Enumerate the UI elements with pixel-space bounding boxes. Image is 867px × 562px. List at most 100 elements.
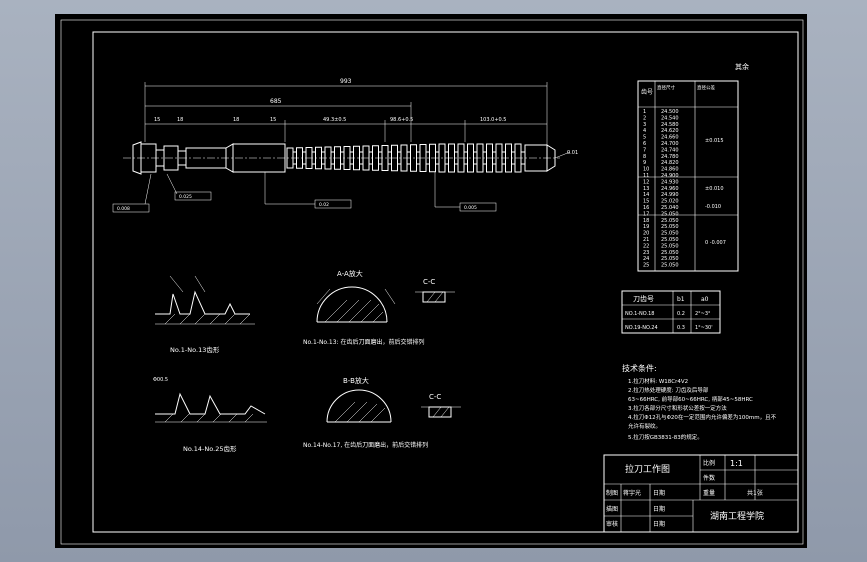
- svg-text:-0.010: -0.010: [705, 204, 721, 210]
- svg-text:993: 993: [340, 78, 352, 85]
- broach-drawing: 其余 993 685 15 18 18 15 49.3±0.5 98.6+0.5…: [60, 19, 804, 545]
- tooth-number: 24: [643, 256, 649, 262]
- svg-text:a0: a0: [701, 296, 709, 303]
- section-a-a: A-A放大 No.1-No.13: 在齿后刀面磨出，前后交错排列: [303, 269, 424, 346]
- svg-text:NO.1-NO.18: NO.1-NO.18: [625, 311, 654, 317]
- tooth-diameter: 25.050: [661, 224, 679, 230]
- tooth-number: 12: [643, 179, 649, 185]
- svg-text:B-B放大: B-B放大: [343, 376, 369, 385]
- tooth-diameter: 24.620: [661, 128, 679, 134]
- tolerance-frames: 0.025 0.008 0.02 0.005 0.01: [112, 150, 578, 213]
- svg-text:No.1-No.13: 在齿后刀面磨出，前后交错排列: No.1-No.13: 在齿后刀面磨出，前后交错排列: [303, 338, 424, 346]
- tooth-diameter: 25.050: [661, 263, 679, 269]
- tooth-number: 11: [643, 173, 649, 179]
- tooth-diameter: 24.740: [661, 147, 679, 153]
- svg-text:15: 15: [270, 117, 276, 123]
- tooth-diameter: 24.820: [661, 160, 679, 166]
- angle-table: 刀齿号 b1 a0 NO.1-NO.18 0.2 2°~3° NO.19-NO.…: [621, 290, 721, 334]
- svg-text:描图: 描图: [606, 505, 618, 513]
- svg-text:刀齿号: 刀齿号: [633, 295, 654, 303]
- top-dimensions: 993 685 15 18 18 15 49.3±0.5 98.6+0.5 10…: [144, 78, 548, 145]
- tooth-number: 15: [643, 199, 649, 205]
- tooth-number: 1: [643, 109, 646, 115]
- svg-text:4.拉刀Φ12孔与Φ20在一定范围内允许偏差为100mm，且: 4.拉刀Φ12孔与Φ20在一定范围内允许偏差为100mm，且不: [628, 413, 777, 421]
- tooth-diameter: 24.780: [661, 154, 679, 160]
- svg-text:1.拉刀材料: W18Cr4V2: 1.拉刀材料: W18Cr4V2: [628, 377, 688, 385]
- roughness-note: 其余: [735, 62, 749, 71]
- tooth-number: 21: [643, 237, 649, 243]
- title-block: 拉刀工作图 比例 1:1 件数 重量 共1张 制图 蒋宇光 日期 描图 日期 审…: [603, 454, 799, 533]
- svg-text:技术条件:: 技术条件:: [622, 363, 657, 373]
- technical-requirements: 技术条件: 1.拉刀材料: W18Cr4V2 2.拉刀热处理硬度: 刀齿及后导部…: [622, 363, 777, 441]
- tooth-diameter: 24.700: [661, 141, 679, 147]
- tooth-diameter: 25.040: [661, 205, 679, 211]
- svg-text:NO.19-NO.24: NO.19-NO.24: [625, 325, 658, 331]
- tooth-number: 18: [643, 218, 649, 224]
- svg-text:件数: 件数: [703, 474, 715, 482]
- tooth-number: 17: [643, 211, 649, 217]
- tooth-number: 19: [643, 224, 649, 230]
- svg-text:49.3±0.5: 49.3±0.5: [323, 117, 346, 123]
- svg-text:共1张: 共1张: [747, 489, 763, 497]
- tooth-diameter: 25.050: [661, 256, 679, 262]
- tooth-number: 5: [643, 135, 646, 141]
- svg-text:直径公差: 直径公差: [697, 84, 715, 91]
- tooth-diameter: 24.930: [661, 179, 679, 185]
- tooth-number: 16: [643, 205, 649, 211]
- svg-text:0.005: 0.005: [464, 205, 477, 211]
- tooth-diameter: 25.050: [661, 250, 679, 256]
- svg-text:0.3: 0.3: [677, 325, 685, 331]
- tooth-diameter: 25.050: [661, 237, 679, 243]
- broach-main-view: [123, 141, 560, 175]
- svg-text:蒋宇光: 蒋宇光: [623, 489, 641, 497]
- tooth-number: 23: [643, 250, 649, 256]
- svg-text:±0.010: ±0.010: [705, 186, 724, 192]
- svg-text:b1: b1: [677, 296, 685, 303]
- tooth-diameter: 24.580: [661, 122, 679, 128]
- tooth-number: 3: [643, 122, 646, 128]
- svg-text:拉刀工作图: 拉刀工作图: [625, 463, 670, 475]
- tooth-number: 2: [643, 115, 646, 121]
- tooth-diameter: 25.050: [661, 211, 679, 217]
- tooth-diameter: 24.660: [661, 135, 679, 141]
- svg-text:A-A放大: A-A放大: [337, 269, 363, 278]
- svg-text:0.01: 0.01: [567, 150, 578, 156]
- tooth-diameter: 24.960: [661, 186, 679, 192]
- tooth-number: 20: [643, 231, 649, 237]
- svg-text:0.025: 0.025: [179, 194, 192, 200]
- svg-text:No.14-No.25齿形: No.14-No.25齿形: [183, 445, 237, 453]
- svg-text:Φ00.5: Φ00.5: [153, 377, 168, 383]
- svg-text:98.6+0.5: 98.6+0.5: [390, 117, 413, 123]
- svg-text:C-C: C-C: [423, 278, 435, 286]
- tooth-diameter: 24.540: [661, 115, 679, 121]
- tooth-number: 25: [643, 263, 649, 269]
- tooth-number: 14: [643, 192, 649, 198]
- tooth-size-table: 齿号 直径尺寸 直径公差 1 24.500 2 24.540 3 24.580 4 24.62…: [637, 80, 739, 272]
- profile-no14-25: Φ00.5 No.14-No.25齿形: [153, 377, 267, 453]
- svg-text:63~66HRC, 前导部60~66HRC, 柄部45~58: 63~66HRC, 前导部60~66HRC, 柄部45~58HRC: [628, 395, 753, 403]
- tooth-number: 7: [643, 147, 646, 153]
- section-b-b: B-B放大 No.14-No.17, 在齿后刀面磨出，前后交错排列: [303, 376, 428, 449]
- svg-text:0.008: 0.008: [117, 206, 130, 212]
- svg-text:18: 18: [233, 117, 239, 123]
- svg-text:齿号: 齿号: [641, 88, 653, 96]
- tooth-diameter: 24.860: [661, 167, 679, 173]
- svg-text:5.拉刀按GB3831-83的规定。: 5.拉刀按GB3831-83的规定。: [628, 433, 703, 441]
- tooth-number: 10: [643, 167, 649, 173]
- cad-drawing-canvas[interactable]: 其余 993 685 15 18 18 15 49.3±0.5 98.6+0.5…: [55, 14, 807, 548]
- tooth-diameter: 25.050: [661, 243, 679, 249]
- tooth-number: 4: [643, 128, 646, 134]
- svg-text:No.1-No.13齿形: No.1-No.13齿形: [170, 346, 220, 354]
- svg-text:No.14-No.17, 在齿后刀面磨出，前后交错排列: No.14-No.17, 在齿后刀面磨出，前后交错排列: [303, 441, 428, 449]
- svg-text:18: 18: [177, 117, 183, 123]
- svg-text:C-C: C-C: [429, 393, 441, 401]
- svg-text:685: 685: [270, 98, 282, 105]
- tooth-number: 8: [643, 154, 646, 160]
- svg-text:2°~3°: 2°~3°: [695, 311, 711, 317]
- tooth-diameter: 25.050: [661, 231, 679, 237]
- svg-text:重量: 重量: [703, 489, 715, 497]
- svg-text:1°~30': 1°~30': [695, 325, 713, 331]
- svg-text:日期: 日期: [653, 489, 665, 497]
- tooth-number: 13: [643, 186, 649, 192]
- svg-text:2.拉刀热处理硬度: 刀齿及后导部: 2.拉刀热处理硬度: 刀齿及后导部: [628, 386, 709, 394]
